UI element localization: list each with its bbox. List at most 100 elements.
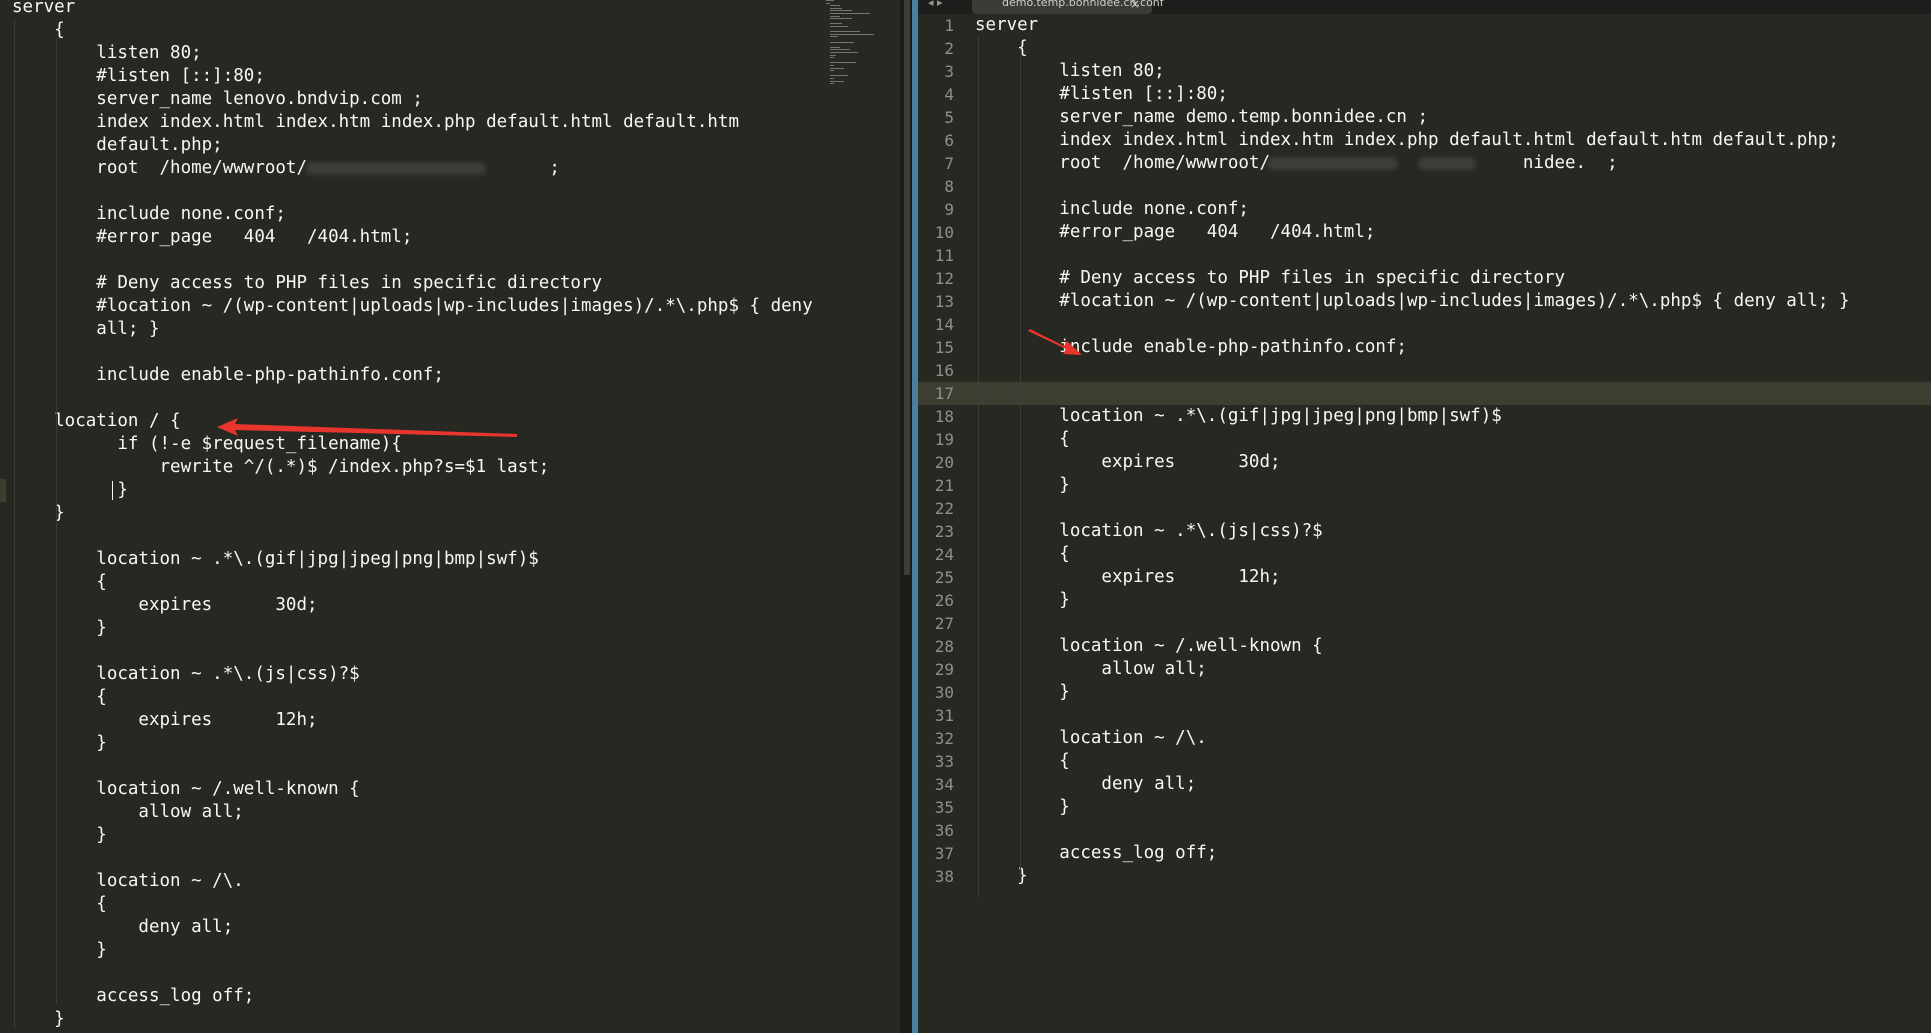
code-line[interactable]: { xyxy=(0,893,900,916)
tab-active-file[interactable]: demo.temp.bonnidee.cn.conf × xyxy=(972,0,1164,14)
left-scrollbar-thumb[interactable] xyxy=(904,0,910,575)
code-line[interactable]: 17 xyxy=(918,382,1931,405)
code-line[interactable]: } xyxy=(0,732,900,755)
code-line[interactable]: deny all; xyxy=(0,916,900,939)
code-text: } xyxy=(975,797,1070,817)
code-line[interactable]: 1 server xyxy=(918,14,1931,37)
code-line[interactable]: 25 expires 12h; xyxy=(918,566,1931,589)
code-line[interactable]: server_name lenovo.bndvip.com ; xyxy=(0,88,900,111)
code-line[interactable]: 32 location ~ /\. xyxy=(918,727,1931,750)
code-line[interactable]: 6 index index.html index.htm index.php d… xyxy=(918,129,1931,152)
code-line[interactable]: server xyxy=(0,0,900,19)
code-text: access_log off; xyxy=(12,986,255,1006)
code-line[interactable]: 26 } xyxy=(918,589,1931,612)
close-icon[interactable]: × xyxy=(1130,0,1140,11)
code-line[interactable]: 5 server_name demo.temp.bonnidee.cn ; xyxy=(918,106,1931,129)
code-line[interactable]: #listen [::]:80; xyxy=(0,65,900,88)
code-text: server xyxy=(12,0,76,17)
code-line[interactable]: access_log off; xyxy=(0,985,900,1008)
line-number: 29 xyxy=(934,660,954,679)
code-text: location ~ /.well-known { xyxy=(12,779,360,799)
code-line[interactable]: #error_page 404 /404.html; xyxy=(0,226,900,249)
code-line[interactable]: allow all; xyxy=(0,801,900,824)
code-line[interactable]: 31 xyxy=(918,704,1931,727)
code-line[interactable]: } xyxy=(0,939,900,962)
code-line[interactable]: include enable-php-pathinfo.conf; xyxy=(0,364,900,387)
code-line[interactable]: 20 expires 30d; xyxy=(918,451,1931,474)
code-line[interactable]: 36 xyxy=(918,819,1931,842)
code-line[interactable] xyxy=(0,640,900,663)
annotation-arrow-left xyxy=(217,418,517,437)
code-line[interactable] xyxy=(0,962,900,985)
code-line[interactable]: 37 access_log off; xyxy=(918,842,1931,865)
code-text: server_name lenovo.bndvip.com ; xyxy=(12,89,423,109)
redaction-smudge xyxy=(1268,157,1398,170)
code-line[interactable]: 27 xyxy=(918,612,1931,635)
code-line[interactable]: 11 xyxy=(918,244,1931,267)
code-line[interactable]: rewrite ^/(.*)$ /index.php?s=$1 last; xyxy=(0,456,900,479)
left-editor-pane[interactable]: server { listen 80; #listen [::]:80; ser… xyxy=(0,0,900,1033)
code-line[interactable]: 8 xyxy=(918,175,1931,198)
code-line[interactable]: location ~ /\. xyxy=(0,870,900,893)
code-line[interactable]: } xyxy=(0,1008,900,1031)
code-line[interactable] xyxy=(0,249,900,272)
line-number: 5 xyxy=(944,108,954,127)
code-line[interactable]: 38 } xyxy=(918,865,1931,888)
minimap-line xyxy=(830,26,848,27)
code-line[interactable]: } xyxy=(0,824,900,847)
code-line[interactable]: { xyxy=(0,686,900,709)
code-line[interactable] xyxy=(0,525,900,548)
code-text: location ~ .*\.(gif|jpg|jpeg|png|bmp|swf… xyxy=(975,406,1502,426)
code-line[interactable]: } xyxy=(0,617,900,640)
code-line[interactable]: #location ~ /(wp-content|uploads|wp-incl… xyxy=(0,295,900,318)
code-line[interactable]: default.php; xyxy=(0,134,900,157)
code-line[interactable]: 33 { xyxy=(918,750,1931,773)
code-line[interactable]: { xyxy=(0,19,900,42)
code-line[interactable]: 35 } xyxy=(918,796,1931,819)
right-editor-pane[interactable]: 1 server 2 {3 listen 80; 4 #listen [::]:80;… xyxy=(918,0,1931,1033)
code-line[interactable]: expires 12h; xyxy=(0,709,900,732)
code-line[interactable]: listen 80; xyxy=(0,42,900,65)
code-text: } xyxy=(12,480,128,500)
tab-nav-arrows-icon[interactable]: ◂ ▸ xyxy=(928,0,943,9)
code-line[interactable] xyxy=(0,180,900,203)
code-line[interactable]: { xyxy=(0,571,900,594)
code-text: { xyxy=(12,894,107,914)
code-line[interactable]: 3 listen 80; xyxy=(918,60,1931,83)
code-text: } xyxy=(975,475,1070,495)
code-line[interactable]: 30 } xyxy=(918,681,1931,704)
code-line[interactable] xyxy=(0,847,900,870)
code-line[interactable]: 24 { xyxy=(918,543,1931,566)
code-line[interactable]: include none.conf; xyxy=(0,203,900,226)
code-line[interactable]: 19 { xyxy=(918,428,1931,451)
code-line[interactable]: location ~ .*\.(js|css)?$ xyxy=(0,663,900,686)
code-line[interactable]: 12 # Deny access to PHP files in specifi… xyxy=(918,267,1931,290)
code-line[interactable]: 18 location ~ .*\.(gif|jpg|jpeg|png|bmp|… xyxy=(918,405,1931,428)
code-line[interactable]: all; } xyxy=(0,318,900,341)
code-line[interactable]: 16 xyxy=(918,359,1931,382)
code-line[interactable]: } xyxy=(0,502,900,525)
code-line[interactable]: 4 #listen [::]:80; xyxy=(918,83,1931,106)
code-line[interactable]: } xyxy=(0,479,900,502)
code-line[interactable]: index index.html index.htm index.php def… xyxy=(0,111,900,134)
code-line[interactable]: 29 allow all; xyxy=(918,658,1931,681)
code-line[interactable]: 22 xyxy=(918,497,1931,520)
code-line[interactable] xyxy=(0,755,900,778)
code-line[interactable]: 34 deny all; xyxy=(918,773,1931,796)
code-line[interactable] xyxy=(0,341,900,364)
code-line[interactable]: 21 } xyxy=(918,474,1931,497)
code-line[interactable]: 10 #error_page 404 /404.html; xyxy=(918,221,1931,244)
code-line[interactable]: location ~ /.well-known { xyxy=(0,778,900,801)
code-line[interactable]: 13 #location ~ /(wp-content|uploads|wp-i… xyxy=(918,290,1931,313)
line-number: 23 xyxy=(934,522,954,541)
code-text: location / { xyxy=(12,411,181,431)
code-line[interactable] xyxy=(0,387,900,410)
code-line[interactable]: 23 location ~ .*\.(js|css)?$ xyxy=(918,520,1931,543)
minimap[interactable] xyxy=(826,0,896,90)
code-line[interactable]: expires 30d; xyxy=(0,594,900,617)
code-line[interactable]: 9 include none.conf; xyxy=(918,198,1931,221)
code-line[interactable]: 2 { xyxy=(918,37,1931,60)
code-line[interactable]: location ~ .*\.(gif|jpg|jpeg|png|bmp|swf… xyxy=(0,548,900,571)
code-line[interactable]: 28 location ~ /.well-known { xyxy=(918,635,1931,658)
code-line[interactable]: # Deny access to PHP files in specific d… xyxy=(0,272,900,295)
